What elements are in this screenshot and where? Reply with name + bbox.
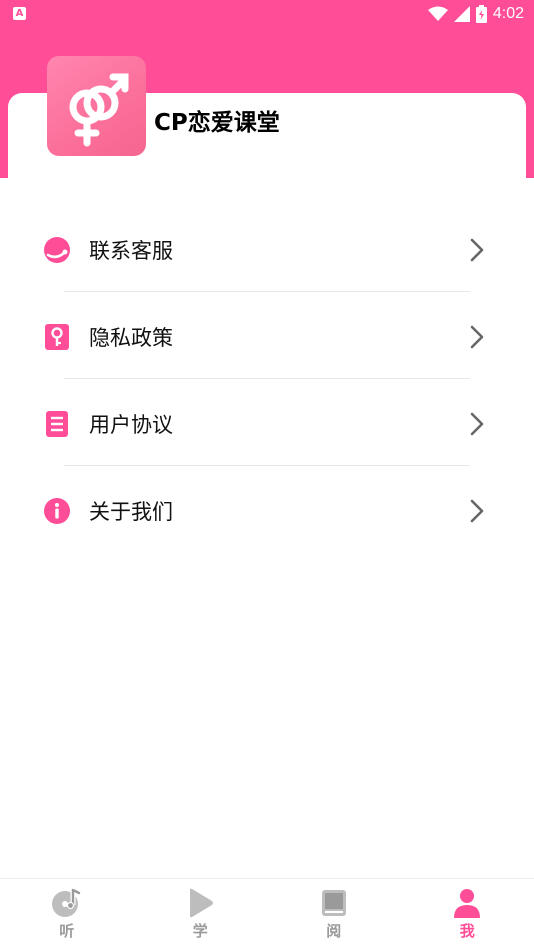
menu-item-label: 用户协议 (89, 413, 173, 437)
info-icon (43, 497, 71, 525)
menu-item-label: 关于我们 (89, 500, 173, 524)
tab-me[interactable]: 我 (401, 879, 534, 950)
menu-item-label: 隐私政策 (89, 326, 173, 350)
customer-service-icon (43, 236, 71, 264)
status-time: 4:02 (492, 5, 524, 22)
menu-item-about-us[interactable]: 关于我们 (0, 466, 534, 553)
settings-menu: 联系客服 隐私政策 用户协议 关于我们 (0, 205, 534, 553)
book-icon (321, 890, 346, 916)
battery-icon (475, 5, 487, 23)
tab-listen[interactable]: 听 (0, 879, 134, 950)
chevron-right-icon (470, 325, 484, 349)
menu-item-privacy-policy[interactable]: 隐私政策 (0, 292, 534, 379)
menu-item-customer-service[interactable]: 联系客服 (0, 205, 534, 292)
app-logo (47, 56, 146, 156)
tab-label: 学 (192, 922, 208, 940)
app-title: CP恋爱课堂 (154, 110, 280, 136)
notification-app-icon: A (13, 7, 26, 20)
chevron-right-icon (470, 412, 484, 436)
menu-item-label: 联系客服 (89, 239, 173, 263)
tab-read[interactable]: 阅 (267, 879, 401, 950)
agreement-document-icon (43, 410, 71, 438)
tab-label: 阅 (326, 922, 342, 940)
signal-icon (453, 6, 470, 22)
tab-learn[interactable]: 学 (134, 879, 268, 950)
chevron-right-icon (470, 499, 484, 523)
wifi-icon (427, 6, 448, 21)
gender-symbols-icon (69, 73, 128, 147)
status-bar: A 4:02 (0, 0, 534, 28)
tab-label: 听 (59, 922, 75, 940)
music-disc-icon (51, 888, 80, 917)
play-icon (190, 888, 214, 918)
tab-label: 我 (459, 922, 475, 940)
status-icons: 4:02 (427, 3, 524, 25)
menu-item-user-agreement[interactable]: 用户协议 (0, 379, 534, 466)
bottom-tab-bar: 听 学 阅 我 (0, 878, 534, 950)
person-icon (454, 889, 481, 918)
chevron-right-icon (470, 238, 484, 262)
privacy-lock-icon (43, 323, 71, 351)
